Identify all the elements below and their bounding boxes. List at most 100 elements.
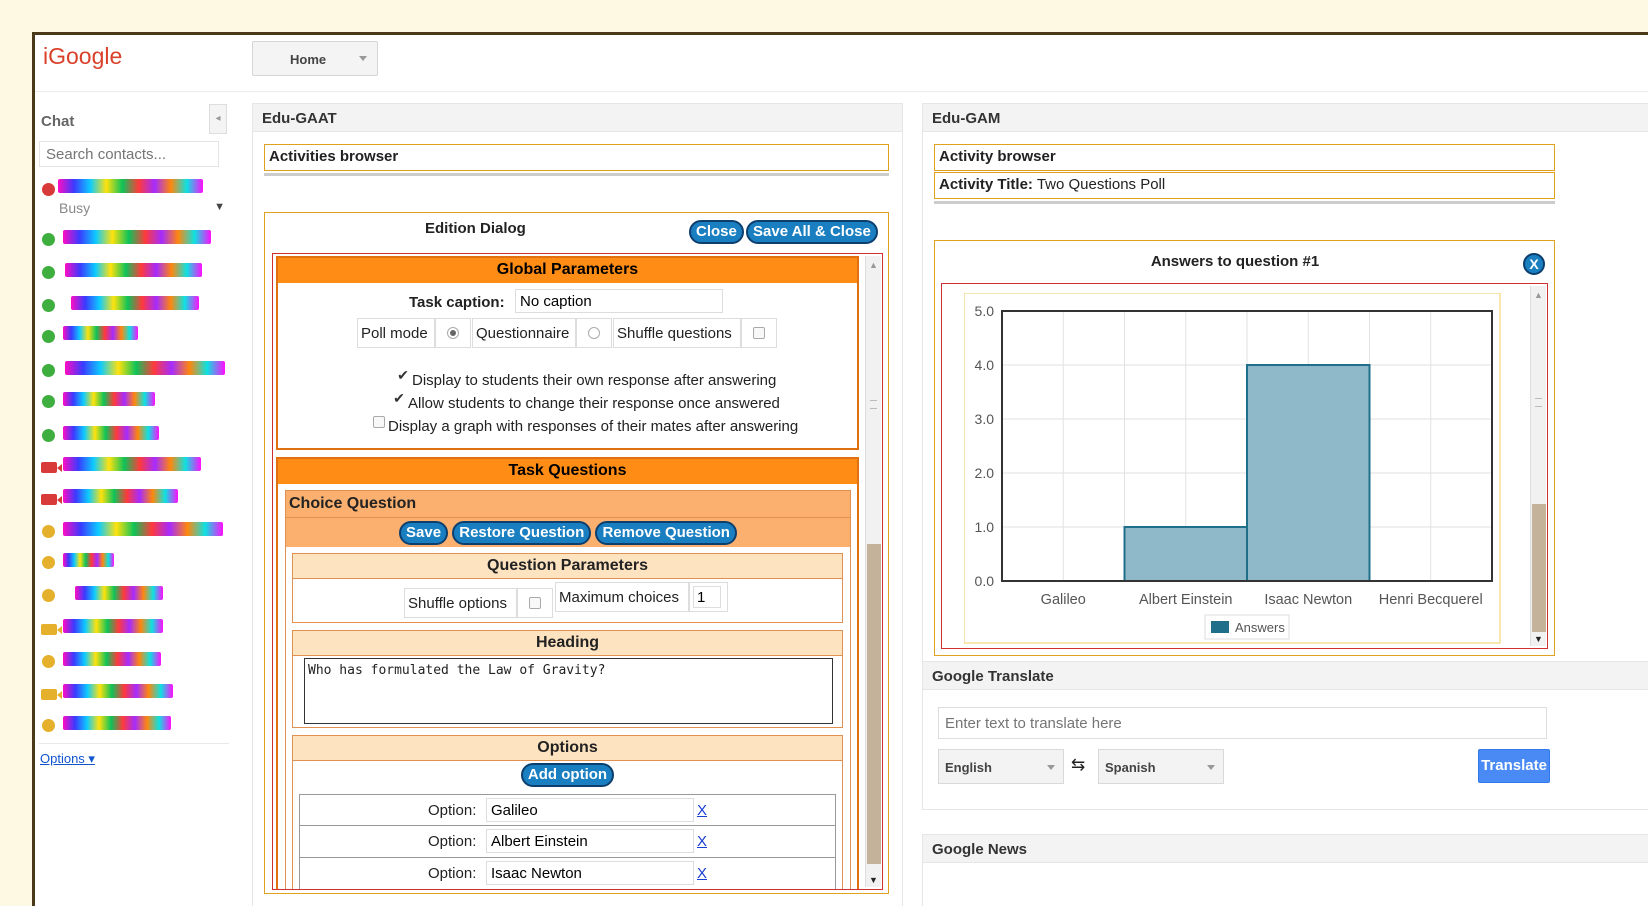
status-select[interactable]: Busy ▼ — [59, 200, 229, 220]
translate-text-input[interactable] — [938, 707, 1547, 739]
global-parameters-section: Global Parameters Task caption: Poll mod… — [276, 256, 859, 450]
source-language-value: English — [945, 760, 992, 775]
option-input[interactable] — [486, 798, 694, 822]
max-choices-label-cell: Maximum choices — [555, 582, 689, 612]
scroll-up-icon[interactable]: ▲ — [1534, 290, 1543, 300]
activity-browser-bar[interactable]: Activity browser — [934, 144, 1555, 171]
answers-scrollbar[interactable]: ▲ ▼ — [1530, 286, 1546, 646]
home-tab-button[interactable]: Home — [252, 41, 378, 76]
contact-item[interactable] — [35, 258, 235, 288]
contact-item[interactable] — [35, 517, 235, 547]
target-language-value: Spanish — [1105, 760, 1156, 775]
contact-item[interactable] — [35, 225, 235, 255]
edu-gam-header[interactable]: Edu-GAM — [922, 103, 1648, 132]
google-translate-header[interactable]: Google Translate — [922, 661, 1648, 690]
scroll-down-icon[interactable]: ▼ — [1534, 634, 1543, 644]
remove-question-button[interactable]: Remove Question — [595, 521, 737, 545]
add-option-button[interactable]: Add option — [520, 763, 615, 787]
busy-status-icon — [42, 183, 55, 196]
remove-option-link[interactable]: X — [697, 802, 707, 819]
contact-item[interactable] — [35, 679, 235, 709]
answers-chart: 0.0 1.0 2.0 3.0 4.0 5.0 Galileo Albert Einstei… — [964, 293, 1501, 644]
home-tab-label: Home — [290, 52, 327, 67]
chat-options-link[interactable]: Options ▾ — [40, 751, 95, 767]
activity-title-label: Activity Title: — [939, 176, 1033, 193]
options-title: Options — [293, 736, 842, 761]
answers-panel: Answers to question #1 X 0.0 1.0 2.0 3.0 4.0… — [934, 240, 1555, 656]
translate-button[interactable]: Translate — [1478, 749, 1550, 783]
display-graph-checkbox[interactable] — [373, 416, 385, 428]
save-question-button[interactable]: Save — [399, 521, 449, 545]
contact-item[interactable] — [35, 291, 235, 321]
source-language-select[interactable]: English — [938, 749, 1064, 784]
y-tick-label: 1.0 — [975, 519, 995, 535]
activities-browser-bar[interactable]: Activities browser — [264, 144, 889, 171]
scroll-up-icon[interactable]: ▲ — [869, 260, 878, 270]
shuffle-questions-checkbox[interactable] — [753, 327, 765, 339]
redacted-contact-name — [65, 361, 225, 375]
contact-item[interactable] — [35, 614, 235, 644]
contact-item[interactable] — [35, 452, 235, 482]
max-choices-input[interactable] — [693, 586, 721, 608]
poll-mode-radio[interactable] — [447, 327, 459, 339]
questionnaire-radio[interactable] — [588, 327, 600, 339]
contact-item[interactable] — [35, 421, 235, 451]
scrollbar-thumb[interactable] — [1532, 504, 1546, 632]
question-parameters-title: Question Parameters — [293, 554, 842, 579]
contact-item[interactable] — [35, 322, 235, 352]
scrollbar-thumb[interactable] — [867, 544, 881, 864]
idle-status-icon — [42, 719, 55, 732]
online-status-icon — [42, 364, 55, 377]
edu-gam-title: Edu-GAM — [932, 110, 1001, 127]
video-chat-icon — [41, 494, 62, 505]
chart-legend: Answers — [1204, 614, 1290, 640]
option-row: Option: X — [299, 826, 836, 858]
contact-item[interactable] — [35, 647, 235, 677]
redacted-contact-name — [71, 296, 199, 310]
close-answers-button[interactable]: X — [1523, 253, 1545, 275]
target-language-select[interactable]: Spanish — [1098, 749, 1224, 784]
swap-languages-icon[interactable]: ⇆ — [1071, 755, 1085, 775]
contact-item[interactable] — [35, 711, 235, 741]
redacted-contact-name — [63, 392, 155, 406]
contact-item[interactable] — [35, 484, 235, 514]
option-input[interactable] — [486, 861, 694, 885]
search-contacts-input[interactable] — [39, 141, 219, 167]
edition-dialog-scrollbar[interactable]: ▲ ▼ — [865, 256, 881, 887]
restore-question-button[interactable]: Restore Question — [452, 521, 592, 545]
allow-change-response-label: Allow students to change their response … — [408, 395, 780, 412]
task-caption-input[interactable] — [515, 289, 723, 313]
idle-status-icon — [42, 655, 55, 668]
display-own-response-checkbox[interactable]: ✔ — [397, 368, 409, 382]
option-input[interactable] — [486, 829, 694, 853]
remove-option-link[interactable]: X — [697, 865, 707, 882]
shuffle-options-checkbox-cell — [517, 588, 553, 618]
igoogle-logo[interactable]: iGoogle — [43, 43, 122, 70]
online-status-icon — [42, 266, 55, 279]
google-news-title: Google News — [932, 841, 1028, 858]
scroll-down-icon[interactable]: ▼ — [869, 875, 878, 885]
contact-item[interactable] — [35, 548, 235, 578]
allow-change-response-checkbox[interactable]: ✔ — [393, 391, 405, 405]
shadow-divider — [934, 201, 1555, 204]
close-button[interactable]: Close — [689, 220, 744, 244]
shuffle-options-checkbox[interactable] — [529, 597, 541, 609]
x-tick-label: Albert Einstein — [1139, 592, 1233, 608]
online-status-icon — [42, 233, 55, 246]
online-status-icon — [42, 395, 55, 408]
contact-item[interactable] — [35, 356, 235, 386]
shadow-divider — [264, 173, 889, 176]
google-news-header[interactable]: Google News — [922, 834, 1648, 863]
contact-item[interactable] — [35, 387, 235, 417]
edition-dialog-title: Edition Dialog — [425, 220, 526, 237]
option-label: Option: — [428, 865, 477, 882]
remove-option-link[interactable]: X — [697, 833, 707, 850]
heading-textarea[interactable]: Who has formulated the Law of Gravity? — [304, 658, 833, 724]
edu-gaat-header[interactable]: Edu-GAAT — [252, 103, 903, 132]
contact-item[interactable] — [35, 581, 235, 611]
questionnaire-label: Questionnaire — [476, 325, 570, 342]
save-all-close-button[interactable]: Save All & Close — [746, 220, 878, 244]
question-action-bar: Save Restore Question Remove Question — [286, 517, 850, 547]
collapse-chat-button[interactable]: ◂ — [209, 104, 227, 134]
google-translate-title: Google Translate — [932, 668, 1054, 685]
